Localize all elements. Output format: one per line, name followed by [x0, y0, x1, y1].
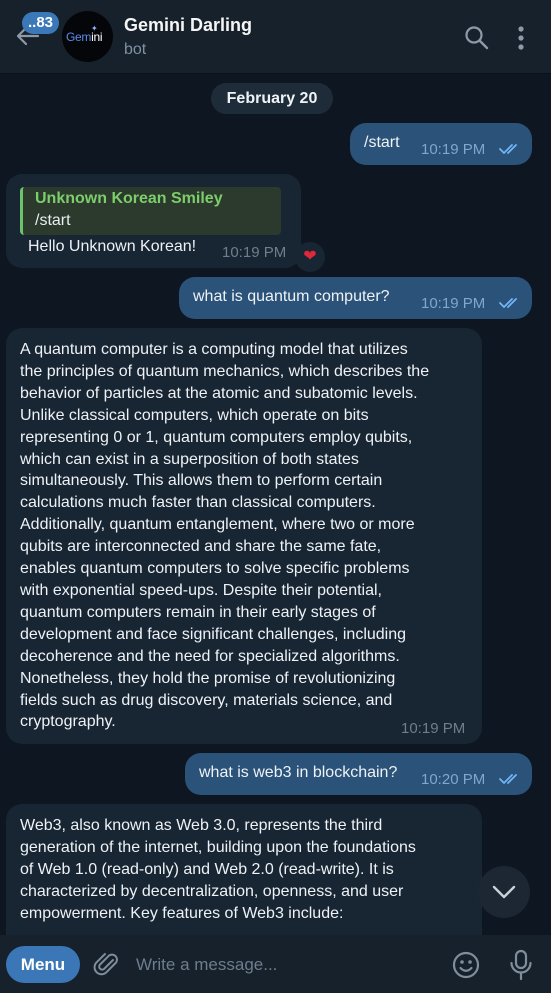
scroll-to-bottom-button[interactable]: [478, 866, 530, 918]
message-input[interactable]: [134, 949, 438, 981]
message-text: what is quantum computer?: [193, 288, 390, 305]
message-time: 10:19 PM: [421, 295, 486, 312]
search-icon: [465, 26, 489, 50]
more-menu-button[interactable]: [510, 24, 532, 52]
emoji-icon: [452, 951, 480, 979]
sparkle-icon: ✦: [91, 24, 98, 33]
reply-text: /start: [35, 212, 71, 229]
message-text: Web3, also known as Web 3.0, represents …: [20, 817, 416, 922]
microphone-icon: [510, 949, 532, 981]
double-check-icon: [499, 144, 517, 154]
message-outgoing[interactable]: what is quantum computer? 10:19 PM: [179, 277, 532, 319]
unread-count-badge[interactable]: ..83: [22, 12, 60, 34]
message-time: 10:19 PM: [222, 244, 287, 261]
chat-header: ..83 Gemini ✦ Gemini Darling bot: [0, 0, 551, 74]
paperclip-icon: [93, 953, 118, 976]
message-incoming[interactable]: Web3, also known as Web 3.0, represents …: [6, 804, 482, 954]
attach-button[interactable]: [93, 951, 121, 979]
message-incoming[interactable]: A quantum computer is a computing model …: [6, 328, 482, 744]
message-text: what is web3 in blockchain?: [199, 764, 398, 781]
message-time: 10:20 PM: [421, 771, 486, 788]
search-button[interactable]: [464, 25, 490, 51]
chat-title[interactable]: Gemini Darling: [124, 15, 252, 36]
double-check-icon: [499, 298, 517, 308]
voice-record-button[interactable]: [508, 949, 534, 981]
double-check-icon: [499, 774, 517, 784]
message-incoming[interactable]: Unknown Korean Smiley /start Hello Unkno…: [6, 174, 301, 268]
message-text: A quantum computer is a computing model …: [20, 341, 430, 731]
reply-author: Unknown Korean Smiley: [35, 190, 223, 207]
date-separator: February 20: [211, 83, 333, 114]
more-vertical-icon: [518, 26, 524, 50]
reply-quote[interactable]: Unknown Korean Smiley /start: [20, 187, 281, 235]
message-time: 10:19 PM: [421, 141, 486, 158]
reaction-heart[interactable]: ❤: [295, 242, 325, 272]
bot-menu-button[interactable]: Menu: [6, 946, 80, 983]
chevron-down-icon: [492, 885, 516, 899]
message-time: 10:19 PM: [401, 720, 466, 737]
emoji-button[interactable]: [451, 950, 481, 980]
chat-status: bot: [124, 41, 147, 58]
message-composer: Menu: [0, 935, 551, 993]
message-outgoing[interactable]: what is web3 in blockchain? 10:20 PM: [185, 753, 532, 795]
message-outgoing[interactable]: /start 10:19 PM: [350, 123, 532, 165]
message-text: Hello Unknown Korean!: [28, 238, 197, 255]
message-text: /start: [364, 134, 400, 151]
avatar[interactable]: Gemini ✦: [62, 11, 113, 62]
